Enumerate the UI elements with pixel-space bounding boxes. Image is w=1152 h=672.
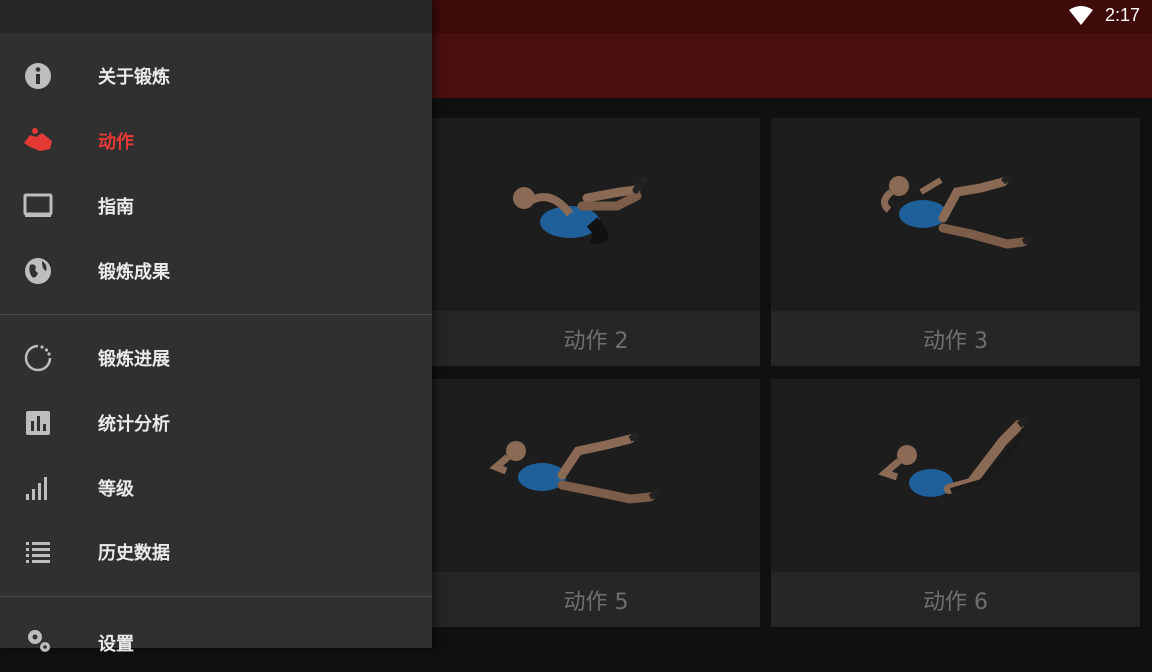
exercise-card[interactable]: 动作 2	[432, 118, 760, 366]
drawer-item-label: 设置	[98, 634, 134, 655]
drawer-item-guide[interactable]: 指南	[0, 174, 432, 238]
gears-icon	[28, 630, 50, 652]
drawer-item-level[interactable]: 等级	[0, 456, 432, 520]
body-icon	[24, 128, 52, 151]
drawer-item-settings[interactable]: 设置	[0, 608, 432, 672]
status-time: 2:17	[1104, 5, 1140, 25]
drawer-item-history[interactable]: 历史数据	[0, 520, 432, 584]
info-icon	[25, 63, 51, 89]
drawer-item-progress[interactable]: 锻炼进展	[0, 326, 432, 390]
drawer-item-exercises[interactable]: 动作	[0, 109, 432, 173]
drawer-item-results[interactable]: 锻炼成果	[0, 239, 432, 303]
globe-icon	[25, 258, 51, 284]
monitor-icon	[23, 193, 53, 217]
wifi-icon	[1068, 5, 1093, 25]
exercise-card[interactable]: 动作 3	[771, 118, 1140, 366]
status-icons: 2:17	[1068, 5, 1140, 26]
list-icon	[26, 542, 50, 563]
exercise-illustration	[489, 432, 660, 504]
exercise-label: 动作 3	[771, 311, 1140, 366]
exercise-grid: 动作 2 动作 3 动作 5 动作 6	[432, 98, 1152, 648]
drawer-item-label: 统计分析	[98, 414, 170, 435]
drawer-status-area	[0, 0, 432, 33]
drawer-item-label: 等级	[98, 479, 134, 500]
drawer-item-label: 指南	[98, 197, 134, 218]
drawer-item-label: 锻炼成果	[98, 262, 170, 283]
navigation-drawer: 关于锻炼 动作 指南 锻炼成果 锻炼进展 统计分析 等级 历史数据 设置	[0, 0, 432, 655]
drawer-item-label: 关于锻炼	[98, 67, 170, 88]
exercise-card[interactable]: 动作 5	[432, 379, 760, 627]
exercise-illustration	[878, 416, 1030, 497]
exercise-label: 动作 6	[771, 572, 1140, 627]
exercise-illustration	[513, 176, 648, 245]
exercise-card[interactable]: 动作 6	[771, 379, 1140, 627]
drawer-item-about[interactable]: 关于锻炼	[0, 44, 432, 108]
signal-bars-icon	[26, 477, 47, 500]
drawer-item-stats[interactable]: 统计分析	[0, 391, 432, 455]
drawer-divider	[0, 596, 432, 597]
exercise-label: 动作 5	[432, 572, 760, 627]
drawer-divider	[0, 314, 432, 315]
exercise-illustration	[881, 173, 1033, 249]
drawer-item-label: 历史数据	[98, 543, 170, 564]
exercise-label: 动作 2	[432, 311, 760, 366]
drawer-item-label: 锻炼进展	[98, 349, 170, 370]
progress-icon	[24, 344, 52, 372]
stats-icon	[26, 411, 50, 435]
drawer-item-label: 动作	[98, 132, 134, 153]
